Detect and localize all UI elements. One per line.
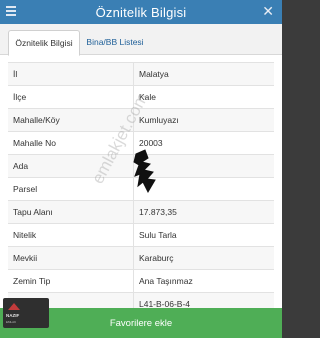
table-row: İlçe Kale bbox=[8, 85, 274, 109]
row-key: Parsel bbox=[8, 177, 134, 201]
table-row: Mevkii Karaburç bbox=[8, 246, 274, 270]
logo-text: NAZIF bbox=[6, 313, 20, 318]
row-key: Nitelik bbox=[8, 223, 134, 247]
row-key: Mevkii bbox=[8, 246, 134, 270]
close-icon[interactable]: ✕ bbox=[262, 3, 274, 20]
row-value: Sulu Tarla bbox=[133, 223, 274, 247]
row-key: Ada bbox=[8, 154, 134, 178]
row-key: İl bbox=[8, 62, 134, 86]
logo-subtext: EMLAK bbox=[6, 320, 17, 324]
redaction-scribble bbox=[133, 149, 156, 194]
tab-bar: Öznitelik Bilgisi Bina/BB Listesi bbox=[0, 24, 282, 56]
row-key: Mahalle/Köy bbox=[8, 108, 134, 132]
table-row: Mahalle/Köy Kumluyazı bbox=[8, 108, 274, 132]
table-row: Tapu Alanı 17.873,35 bbox=[8, 200, 274, 224]
row-key: Tapu Alanı bbox=[8, 200, 134, 224]
dialog-title-bar: Öznitelik Bilgisi ✕ bbox=[0, 0, 282, 24]
row-value: 17.873,35 bbox=[133, 200, 274, 224]
row-value: Malatya bbox=[133, 62, 274, 86]
row-value: Ana Taşınmaz bbox=[133, 269, 274, 293]
tab-building-list[interactable]: Bina/BB Listesi bbox=[82, 30, 148, 54]
row-key: Mahalle No bbox=[8, 131, 134, 155]
row-key: İlçe bbox=[8, 85, 134, 109]
house-icon bbox=[8, 303, 20, 310]
agency-logo: NAZIF EMLAK bbox=[3, 298, 49, 328]
table-row: İl Malatya bbox=[8, 62, 274, 86]
table-row: Zemin Tip Ana Taşınmaz bbox=[8, 269, 274, 293]
row-value: Karaburç bbox=[133, 246, 274, 270]
dialog-title: Öznitelik Bilgisi bbox=[95, 4, 187, 20]
menu-icon[interactable] bbox=[6, 6, 16, 18]
row-value: Kumluyazı bbox=[133, 108, 274, 132]
row-key: Zemin Tip bbox=[8, 269, 134, 293]
table-row: Nitelik Sulu Tarla bbox=[8, 223, 274, 247]
row-value: Kale bbox=[133, 85, 274, 109]
tab-attribute-info[interactable]: Öznitelik Bilgisi bbox=[8, 30, 80, 56]
